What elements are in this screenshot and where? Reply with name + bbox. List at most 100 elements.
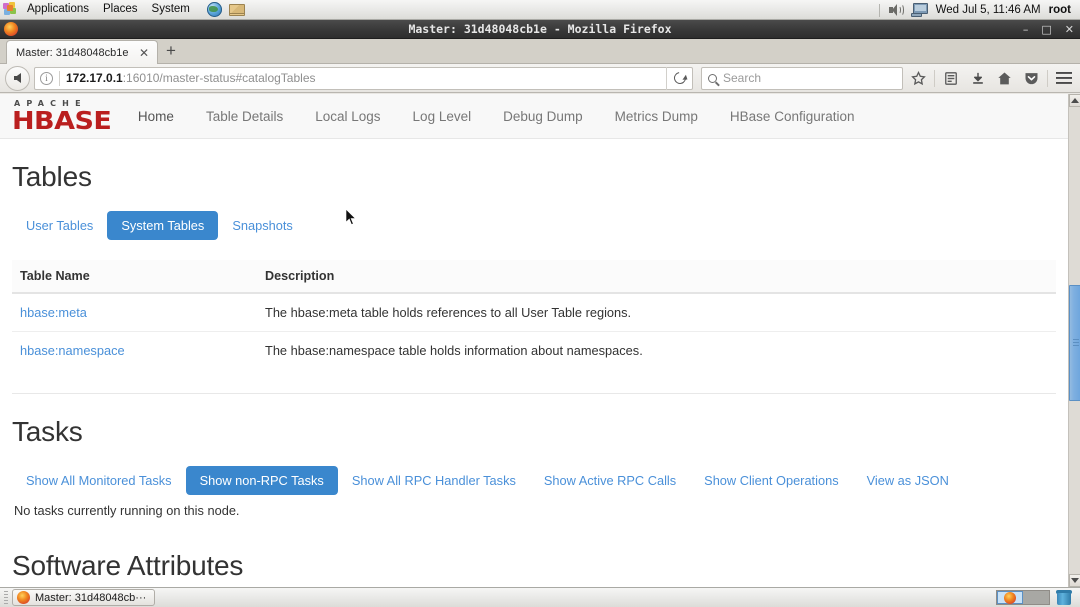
scrollbar-thumb[interactable] <box>1069 285 1080 401</box>
tasks-empty-message: No tasks currently running on this node. <box>14 503 240 518</box>
home-icon[interactable] <box>993 67 1016 90</box>
user-menu[interactable]: root <box>1049 4 1074 16</box>
menu-icon[interactable] <box>1052 67 1075 90</box>
search-icon <box>708 73 717 83</box>
nav-item-metrics-dump[interactable]: Metrics Dump <box>599 94 714 139</box>
menu-system[interactable]: System <box>145 0 197 19</box>
taskbar-right <box>996 590 1076 605</box>
trash-icon[interactable] <box>1056 590 1072 605</box>
menu-applications[interactable]: Applications <box>20 0 96 19</box>
tasks-heading: Tasks <box>12 416 83 447</box>
apache-hbase-logo[interactable]: APACHE HBASE <box>12 99 112 133</box>
taskbar-window-label: Master: 31d48048cb··· <box>35 591 147 604</box>
display-icon[interactable] <box>910 3 928 17</box>
tab-show-all-rpc-handler-tasks[interactable]: Show All RPC Handler Tasks <box>338 466 530 495</box>
table-cell-description: The hbase:namespace table holds informat… <box>257 331 1056 369</box>
software-attributes-heading: Software Attributes <box>12 550 244 581</box>
hbase-master-status-page: APACHE HBASE Home Table Details Local Lo… <box>0 94 1068 587</box>
table-header-row: Table Name Description <box>12 260 1056 294</box>
tab-system-tables[interactable]: System Tables <box>107 211 219 240</box>
nav-item-hbase-configuration[interactable]: HBase Configuration <box>714 94 871 139</box>
mail-icon[interactable] <box>228 2 245 18</box>
scroll-down-icon[interactable] <box>1069 574 1080 587</box>
reload-icon[interactable] <box>666 66 692 90</box>
new-tab-button[interactable]: + <box>158 39 184 63</box>
section-divider <box>12 393 1056 394</box>
globe-icon[interactable] <box>206 1 223 18</box>
clock[interactable]: Wed Jul 5, 11:46 AM <box>936 4 1041 16</box>
bookmark-star-icon[interactable] <box>907 67 930 90</box>
volume-icon[interactable] <box>888 3 904 17</box>
workspace-1[interactable] <box>997 591 1023 604</box>
link-hbase-namespace[interactable]: hbase:namespace <box>20 343 125 358</box>
tab-strip: Master: 31d48048cb1e ✕ + <box>0 39 1080 64</box>
taskbar-window-button[interactable]: Master: 31d48048cb··· <box>12 589 156 606</box>
link-hbase-meta[interactable]: hbase:meta <box>20 305 87 320</box>
nav-item-local-logs[interactable]: Local Logs <box>299 94 396 139</box>
tray-divider <box>878 3 880 17</box>
desktop-taskbar: Master: 31d48048cb··· <box>0 587 1080 607</box>
nav-item-home[interactable]: Home <box>122 94 190 139</box>
browser-tab[interactable]: Master: 31d48048cb1e ✕ <box>6 40 158 64</box>
panel-tray: Wed Jul 5, 11:46 AM root <box>878 0 1080 20</box>
table-cell-name: hbase:namespace <box>12 331 257 369</box>
table-cell-name: hbase:meta <box>12 292 257 332</box>
firefox-icon <box>4 22 18 36</box>
tab-close-icon[interactable]: ✕ <box>137 46 151 60</box>
page-viewport: APACHE HBASE Home Table Details Local Lo… <box>0 94 1080 587</box>
firefox-icon-small <box>17 591 30 604</box>
window-titlebar: Master: 31d48048cb1e - Mozilla Firefox –… <box>0 20 1080 39</box>
tables-grid: Table Name Description hbase:meta The hb… <box>12 260 1056 369</box>
window-title: Master: 31d48048cb1e - Mozilla Firefox <box>408 22 672 36</box>
url-path: :16010/master-status#catalogTables <box>122 71 316 85</box>
applications-icon <box>3 2 19 17</box>
tab-show-all-monitored-tasks[interactable]: Show All Monitored Tasks <box>12 466 186 495</box>
url-text: 172.17.0.1:16010/master-status#catalogTa… <box>66 71 666 85</box>
table-cell-description: The hbase:meta table holds references to… <box>257 292 1056 332</box>
panel-launchers <box>206 1 245 18</box>
workspace-2[interactable] <box>1023 591 1049 604</box>
column-table-name: Table Name <box>12 260 257 294</box>
scroll-up-icon[interactable] <box>1069 94 1080 107</box>
url-bar[interactable]: i 172.17.0.1:16010/master-status#catalog… <box>34 66 693 90</box>
tab-show-non-rpc-tasks[interactable]: Show non-RPC Tasks <box>185 466 338 495</box>
tab-title: Master: 31d48048cb1e <box>16 46 129 59</box>
url-host: 172.17.0.1 <box>66 71 123 85</box>
tables-tab-group: User Tables System Tables Snapshots <box>12 211 1056 240</box>
tab-snapshots[interactable]: Snapshots <box>218 211 306 240</box>
url-divider <box>59 70 60 86</box>
back-button[interactable] <box>5 65 30 91</box>
minimize-button[interactable]: – <box>1023 20 1029 39</box>
hbase-nav-items: Home Table Details Local Logs Log Level … <box>122 94 871 139</box>
table-row: hbase:meta The hbase:meta table holds re… <box>12 292 1056 332</box>
tab-view-as-json[interactable]: View as JSON <box>853 466 963 495</box>
maximize-button[interactable]: □ <box>1041 20 1051 39</box>
tab-user-tables[interactable]: User Tables <box>12 211 107 240</box>
site-info-icon[interactable]: i <box>40 71 53 85</box>
hbase-navbar: APACHE HBASE Home Table Details Local Lo… <box>0 94 1068 139</box>
tab-show-active-rpc-calls[interactable]: Show Active RPC Calls <box>530 466 690 495</box>
logo-hbase-text: HBASE <box>12 106 112 135</box>
tasks-tab-group: Show All Monitored Tasks Show non-RPC Ta… <box>12 466 1056 495</box>
nav-item-debug-dump[interactable]: Debug Dump <box>487 94 599 139</box>
menu-places[interactable]: Places <box>96 0 145 19</box>
download-icon[interactable] <box>966 67 989 90</box>
toolbar-divider <box>934 69 935 87</box>
workspace-switcher[interactable] <box>996 590 1050 605</box>
vertical-scrollbar[interactable] <box>1068 94 1080 587</box>
tables-heading: Tables <box>12 161 92 192</box>
pocket-icon[interactable] <box>1020 67 1043 90</box>
column-description: Description <box>257 260 1056 294</box>
search-placeholder: Search <box>723 71 762 85</box>
browser-toolbar: i 172.17.0.1:16010/master-status#catalog… <box>0 64 1080 93</box>
page-content: Tables User Tables System Tables Snapsho… <box>0 161 1068 587</box>
firefox-window: Master: 31d48048cb1e - Mozilla Firefox –… <box>0 20 1080 587</box>
nav-item-log-level[interactable]: Log Level <box>397 94 488 139</box>
nav-item-table-details[interactable]: Table Details <box>190 94 299 139</box>
library-icon[interactable] <box>939 67 962 90</box>
tab-show-client-operations[interactable]: Show Client Operations <box>690 466 852 495</box>
search-input[interactable]: Search <box>701 66 903 90</box>
desktop-top-panel: Applications Places System Wed Jul 5, 11… <box>0 0 1080 20</box>
taskbar-grip <box>4 590 8 605</box>
close-button[interactable]: ✕ <box>1065 20 1074 39</box>
